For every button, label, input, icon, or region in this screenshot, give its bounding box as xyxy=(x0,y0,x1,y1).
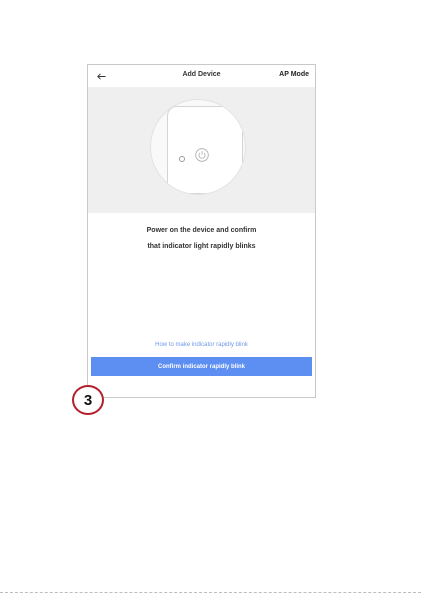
step-badge: 3 xyxy=(72,385,104,415)
phone-screen: Add Device AP Mode Power on the device a… xyxy=(87,64,316,398)
header-bar: Add Device AP Mode xyxy=(88,65,315,87)
illustration-circle xyxy=(150,99,246,195)
indicator-light-icon xyxy=(179,156,185,162)
ap-mode-button[interactable]: AP Mode xyxy=(279,71,309,78)
instruction-line-1: Power on the device and confirm xyxy=(146,227,257,234)
instruction-text: Power on the device and confirm that ind… xyxy=(88,227,315,250)
help-link[interactable]: How to make indicator rapidly blink xyxy=(88,342,315,348)
power-icon xyxy=(195,148,209,162)
instruction-line-2: that indicator light rapidly blinks xyxy=(147,243,256,250)
device-illustration xyxy=(88,87,315,213)
confirm-button[interactable]: Confirm indicator rapidly blink xyxy=(91,357,312,376)
footer-divider xyxy=(0,592,421,593)
